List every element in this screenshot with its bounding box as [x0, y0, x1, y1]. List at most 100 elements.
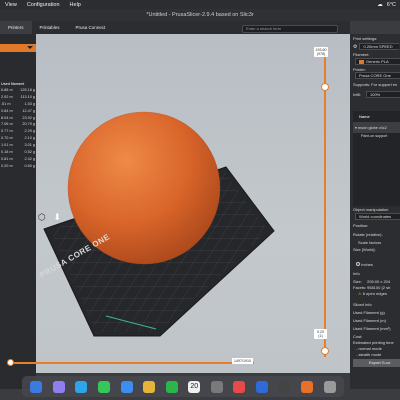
table-cell: 2.42 g [24, 156, 35, 161]
filament-color-swatch [359, 59, 364, 64]
safari-icon[interactable] [75, 380, 88, 393]
table-cell: 2.29 g [24, 129, 35, 134]
menu-help[interactable]: Help [65, 2, 86, 8]
tab-prusa-connect[interactable]: Prusa Connect [68, 21, 114, 34]
left-panel-dropdown[interactable] [0, 44, 36, 52]
table-row: .51 m 1.53 g [0, 102, 36, 109]
position-label: Position: [353, 223, 369, 228]
filament-select[interactable]: Generic PLA [355, 58, 400, 65]
layer-slider-track[interactable] [324, 57, 326, 357]
open-edges: ⚠ 6 open edges [358, 291, 387, 296]
terminal-icon[interactable] [278, 380, 291, 393]
layer-slider-vertical[interactable]: 193.60 (978) 0.20 (1) [314, 47, 336, 367]
download-arrow-icon[interactable]: ⬇ [53, 212, 63, 222]
object-list-item[interactable]: ▾ moon globe v4c2 [353, 122, 400, 133]
infill-select[interactable]: 100% [366, 91, 400, 98]
mail-icon[interactable] [120, 380, 133, 393]
facets-value: 958100 (2 sh [367, 285, 391, 290]
table-row: 6.88 m 125.18 g [0, 88, 36, 95]
move-slider-track[interactable] [14, 362, 254, 364]
temperature: 6°C [386, 1, 396, 8]
photos-icon[interactable] [143, 380, 156, 393]
normal-mode-label: - normal mode [356, 346, 382, 351]
menu-view[interactable]: View [0, 2, 22, 8]
facets-label: Facets: [353, 285, 367, 290]
object-list-child[interactable]: Paint-on support [353, 133, 400, 139]
warning-icon: ⚠ [358, 291, 362, 296]
table-cell: 23.92 g [22, 115, 35, 120]
calendar-icon[interactable]: 20 [188, 380, 201, 393]
used-filament-g: Used Filament (g) [353, 310, 385, 315]
filament-usage-table: Used filament 6.88 m 125.18 g 2.92 m 113.1… [0, 82, 36, 171]
menubar: View Configuration Help ☁ 6°C [0, 0, 400, 9]
messages-icon[interactable] [97, 380, 110, 393]
layer-slider-top-handle[interactable] [320, 83, 329, 91]
weather-icon[interactable]: ☁ [377, 2, 383, 8]
table-cell: 6.88 m [1, 88, 13, 92]
dock: 20 [22, 376, 344, 397]
move-slider-handle[interactable] [7, 359, 14, 366]
object-list[interactable]: Name ▾ moon globe v4c2 Paint-on support [353, 111, 400, 206]
infill-label: Infill: [353, 92, 362, 97]
used-filament-m: Used Filament (m) [353, 318, 386, 323]
layer-slider-top-label: 193.60 (978) [314, 47, 328, 57]
viewport-tools: ⬡ ⬇ [38, 212, 67, 222]
object-name: moon globe v4c2 [357, 126, 387, 130]
checkbox-icon [356, 262, 360, 266]
size-info-label: Size: [353, 279, 362, 284]
table-row: 0.77 m 2.29 g [0, 129, 36, 136]
rotate-label: Rotate (relative): [353, 232, 383, 237]
facetime-icon[interactable] [165, 380, 178, 393]
cube-view-icon[interactable]: ⬡ [38, 212, 48, 222]
table-row: 0.84 m 12.47 g [0, 109, 36, 116]
launchpad-icon[interactable] [52, 380, 65, 393]
menu-configuration[interactable]: Configuration [22, 2, 65, 8]
open-edges-label: 6 open edges [362, 291, 387, 296]
chevron-down-icon[interactable]: ▾ [355, 126, 357, 130]
tab-printers[interactable]: Printers [0, 21, 32, 34]
chevron-down-icon [27, 46, 33, 49]
table-cell: 2.10 g [24, 136, 35, 141]
table-row: 1.01 m 3.01 g [0, 143, 36, 150]
stealth-mode-label: - stealth mode [356, 352, 382, 357]
print-settings-select[interactable]: 0.20mm SPEED [359, 43, 400, 50]
prusaslicer-icon[interactable] [301, 380, 314, 393]
export-gcode-button[interactable]: Export G-co [353, 359, 400, 367]
table-cell: 0.84 m [1, 108, 13, 113]
table-cell: 0.70 m [1, 136, 13, 141]
table-row: 0.70 m 2.10 g [0, 136, 36, 143]
estimated-time-label: Estimated printing time [353, 340, 394, 345]
filament-label: Filament: [353, 52, 370, 57]
inches-checkbox[interactable]: Inches [356, 262, 373, 267]
table-row: 2.92 m 113.10 g [0, 95, 36, 102]
table-row: 0.81 m 2.42 g [0, 157, 36, 164]
print-settings-row: ⚙ 0.20mm SPEED [353, 43, 400, 50]
table-cell: 8.04 m [1, 115, 13, 120]
music-icon[interactable] [233, 380, 246, 393]
layer-slider-bottom-handle[interactable] [320, 347, 329, 355]
move-slider-horizontal[interactable]: 1497/1910 [0, 356, 314, 368]
object-list-header: Name [359, 114, 370, 119]
gear-icon[interactable]: ⚙ [353, 44, 357, 50]
move-slider-label: 1497/1910 [232, 358, 253, 364]
printer-select[interactable]: Prusa CORE One [355, 72, 400, 79]
finder-icon[interactable] [30, 380, 43, 393]
table-cell: 0.81 m [1, 156, 13, 161]
table-cell: 7.06 m [1, 122, 13, 127]
object-manipulation-label: Object manipulation [353, 207, 389, 212]
filament-value: Generic PLA [366, 59, 389, 64]
window-title: *Untitled - PrusaSlicer-2.9.4 based on S… [146, 12, 254, 18]
settings-gear-icon[interactable] [210, 380, 223, 393]
sliced-info-label: Sliced Info [353, 302, 372, 307]
table-cell: 0.20 m [1, 163, 13, 168]
search-input[interactable]: Enter a search term [242, 25, 338, 33]
table-cell: 20.79 g [22, 122, 35, 127]
app-store-icon[interactable] [255, 380, 268, 393]
coordinates-select[interactable]: World coordinates [355, 213, 400, 220]
tab-printables[interactable]: Printables [32, 21, 68, 34]
used-filament-mm3: Used Filament (mm³) [353, 326, 391, 331]
3d-viewport[interactable]: PRUSA CORE ONE ⬡ ⬇ [36, 34, 350, 373]
table-row: 8.04 m 23.92 g [0, 116, 36, 123]
size-label: Size [World]: [353, 247, 376, 252]
trash-icon[interactable] [323, 380, 336, 393]
